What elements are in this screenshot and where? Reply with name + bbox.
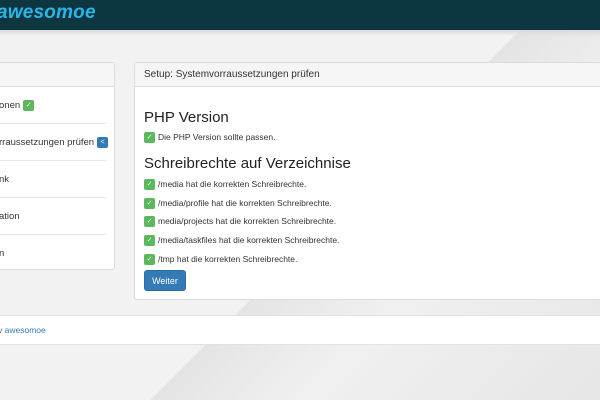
setup-steps-header <box>0 63 114 87</box>
footer: y awesomoe <box>0 315 600 345</box>
panel-title: Setup: Systemvorraussetzungen prüfen <box>135 63 600 87</box>
check-icon: ✓ <box>144 197 155 209</box>
setup-step-5[interactable]: n <box>0 235 106 272</box>
navbar-shadow <box>0 30 600 36</box>
php-check-item: ✓ Die PHP Version sollte passen. <box>144 131 276 143</box>
check-icon: ✓ <box>144 178 155 190</box>
write-check-item: ✓ /tmp hat die korrekten Schreibrechte. <box>144 253 297 265</box>
setup-step-label: ation <box>0 210 20 222</box>
write-check-item: ✓ /media/profile hat die korrekten Schre… <box>144 197 332 209</box>
setup-step-label: nk <box>0 173 10 185</box>
check-icon: ✓ <box>144 234 155 246</box>
write-check-item: ✓ /media hat die korrekten Schreibrechte… <box>144 178 306 190</box>
footer-prefix: y <box>0 325 3 335</box>
check-text: /media/profile hat die korrekten Schreib… <box>158 198 332 208</box>
check-text: /media hat die korrekten Schreibrechte. <box>158 179 307 189</box>
write-check-item: ✓ /media/taskfiles hat die korrekten Sch… <box>144 234 339 246</box>
check-text: /tmp hat die korrekten Schreibrechte. <box>158 254 298 264</box>
setup-step-4[interactable]: ation <box>0 198 106 235</box>
check-icon: ✓ <box>23 99 35 111</box>
top-navbar: awesomoe <box>0 0 600 30</box>
check-text: Die PHP Version sollte passen. <box>158 132 276 142</box>
setup-step-3[interactable]: nk <box>0 161 106 198</box>
system-check-panel: Setup: Systemvorraussetzungen prüfen PHP… <box>134 62 600 300</box>
footer-link[interactable]: awesomoe <box>5 325 46 335</box>
setup-step-label: rraussetzungen prüfen <box>0 136 95 148</box>
setup-step-label: onen <box>0 99 21 111</box>
check-icon: ✓ <box>144 131 155 143</box>
setup-steps-panel: onen ✓ rraussetzungen prüfen < nk ation … <box>0 62 115 270</box>
current-step-icon: < <box>97 136 109 148</box>
check-text: /media/taskfiles hat die korrekten Schre… <box>158 235 340 245</box>
check-text: media/projects hat die korrekten Schreib… <box>158 216 337 226</box>
write-check-item: ✓ media/projects hat die korrekten Schre… <box>144 215 336 227</box>
setup-step-2[interactable]: rraussetzungen prüfen < <box>0 124 109 161</box>
next-button[interactable]: Weiter <box>144 270 186 291</box>
check-icon: ✓ <box>144 215 155 227</box>
write-permissions-heading: Schreibrechte auf Verzeichnise <box>144 155 351 172</box>
check-icon: ✓ <box>144 253 155 265</box>
php-version-heading: PHP Version <box>144 109 229 126</box>
footer-credit: y awesomoe <box>0 325 46 335</box>
setup-step-1[interactable]: onen ✓ <box>0 87 106 124</box>
brand-logo[interactable]: awesomoe <box>0 2 96 24</box>
setup-step-label: n <box>0 248 5 259</box>
